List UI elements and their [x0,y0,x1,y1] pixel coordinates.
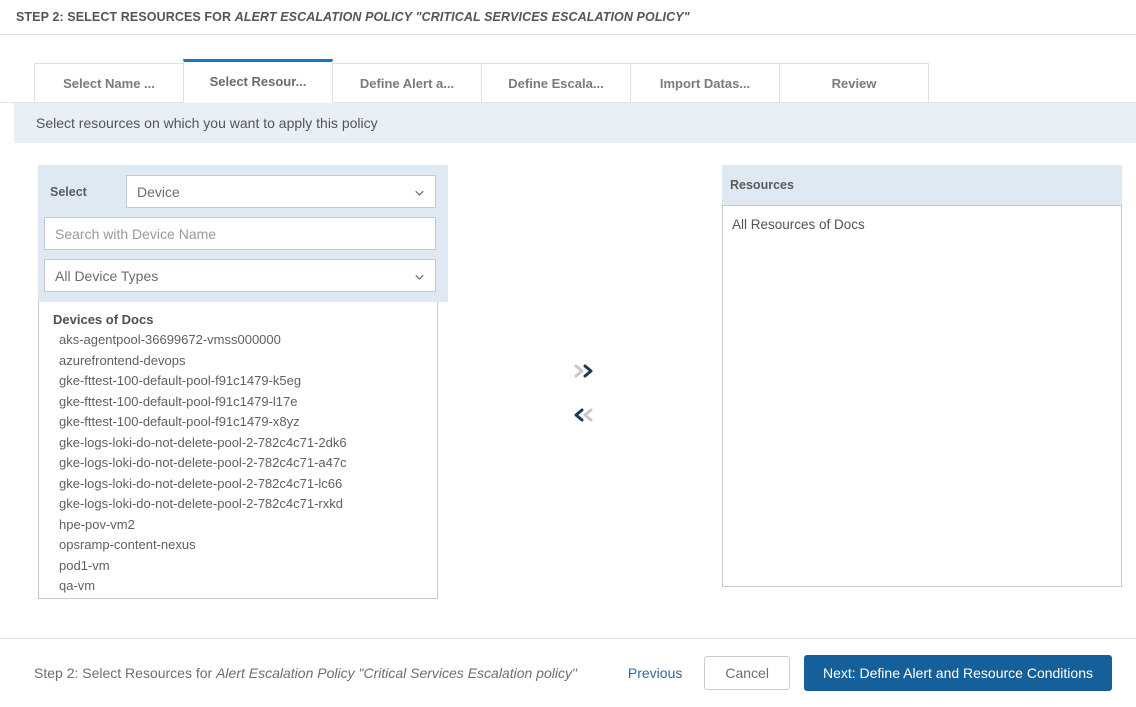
wizard-footer: Step 2: Select Resources for Alert Escal… [0,638,1136,707]
device-type-row: All Device Types [44,259,436,292]
resource-transfer-area: Select Device All Device Types [0,143,1136,613]
device-items: aks-agentpool-36699672-vmss000000 azuref… [39,330,437,597]
available-devices-list[interactable]: Devices of Docs aks-agentpool-36699672-v… [38,302,438,599]
tab-review[interactable]: Review [779,63,929,103]
page-title-prefix: STEP 2: SELECT RESOURCES FOR [16,10,235,24]
resources-header: Resources [722,165,1122,205]
list-item[interactable]: gke-logs-loki-do-not-delete-pool-2-782c4… [39,453,437,474]
list-item[interactable]: opsramp-content-nexus [39,535,437,556]
page-title: STEP 2: SELECT RESOURCES FOR ALERT ESCAL… [16,10,690,24]
list-item[interactable]: gke-fttest-100-default-pool-f91c1479-x8y… [39,412,437,433]
entity-type-value: Device [137,183,180,200]
tab-select-resources[interactable]: Select Resour... [183,59,333,103]
chevron-down-icon [415,190,424,196]
chevron-double-right-glyph [574,364,593,378]
list-item[interactable]: azurefrontend-devops [39,351,437,372]
wizard-tabs: Select Name ... Select Resour... Define … [0,35,1136,103]
footer-text-policy: Alert Escalation Policy "Critical Servic… [216,665,577,681]
selected-resources-panel: Resources All Resources of Docs [722,165,1122,587]
page-header: STEP 2: SELECT RESOURCES FOR ALERT ESCAL… [0,0,1136,35]
cancel-button[interactable]: Cancel [704,656,790,690]
select-label: Select [50,184,87,199]
list-item[interactable]: qa-vm [39,576,437,597]
list-item[interactable]: All Resources of Docs [723,215,1121,236]
tab-define-alert[interactable]: Define Alert a... [332,63,482,103]
chevron-double-left-glyph [574,408,593,422]
list-item[interactable]: aks-agentpool-36699672-vmss000000 [39,330,437,351]
page-title-policy: ALERT ESCALATION POLICY "CRITICAL SERVIC… [234,10,690,24]
tab-import-dataset[interactable]: Import Datas... [630,63,780,103]
entity-select-row: Select Device [44,175,436,208]
device-filters: Select Device All Device Types [38,165,448,302]
list-item[interactable]: gke-logs-loki-do-not-delete-pool-2-782c4… [39,433,437,454]
list-item[interactable]: gke-logs-loki-do-not-delete-pool-2-782c4… [39,494,437,515]
transfer-controls [562,361,612,449]
device-search-row [44,217,436,250]
footer-text-prefix: Step 2: Select Resources for [34,665,217,681]
next-button[interactable]: Next: Define Alert and Resource Conditio… [803,655,1112,691]
instruction-banner: Select resources on which you want to ap… [14,103,1136,143]
list-item[interactable]: pod1-vm [39,556,437,577]
list-item[interactable]: gke-fttest-100-default-pool-f91c1479-l17… [39,392,437,413]
tab-define-escalation[interactable]: Define Escala... [481,63,631,103]
device-type-select[interactable]: All Device Types [44,259,436,292]
list-item[interactable]: gke-logs-loki-do-not-delete-pool-2-782c4… [39,474,437,495]
tab-select-name[interactable]: Select Name ... [34,63,184,103]
list-item[interactable]: hpe-pov-vm2 [39,515,437,536]
search-input[interactable] [44,217,436,250]
chevron-double-left-icon[interactable] [569,405,605,431]
selected-resources-list[interactable]: All Resources of Docs [722,205,1122,587]
device-type-value: All Device Types [55,267,159,284]
previous-button[interactable]: Previous [628,665,682,681]
footer-step-text: Step 2: Select Resources for Alert Escal… [34,665,628,681]
device-group-title: Devices of Docs [53,312,154,327]
available-devices-panel: Select Device All Device Types [38,165,450,599]
entity-type-select[interactable]: Device [126,175,436,208]
chevron-down-icon [415,274,424,280]
chevron-double-right-icon[interactable] [569,361,605,387]
list-item[interactable]: gke-fttest-100-default-pool-f91c1479-k5e… [39,371,437,392]
